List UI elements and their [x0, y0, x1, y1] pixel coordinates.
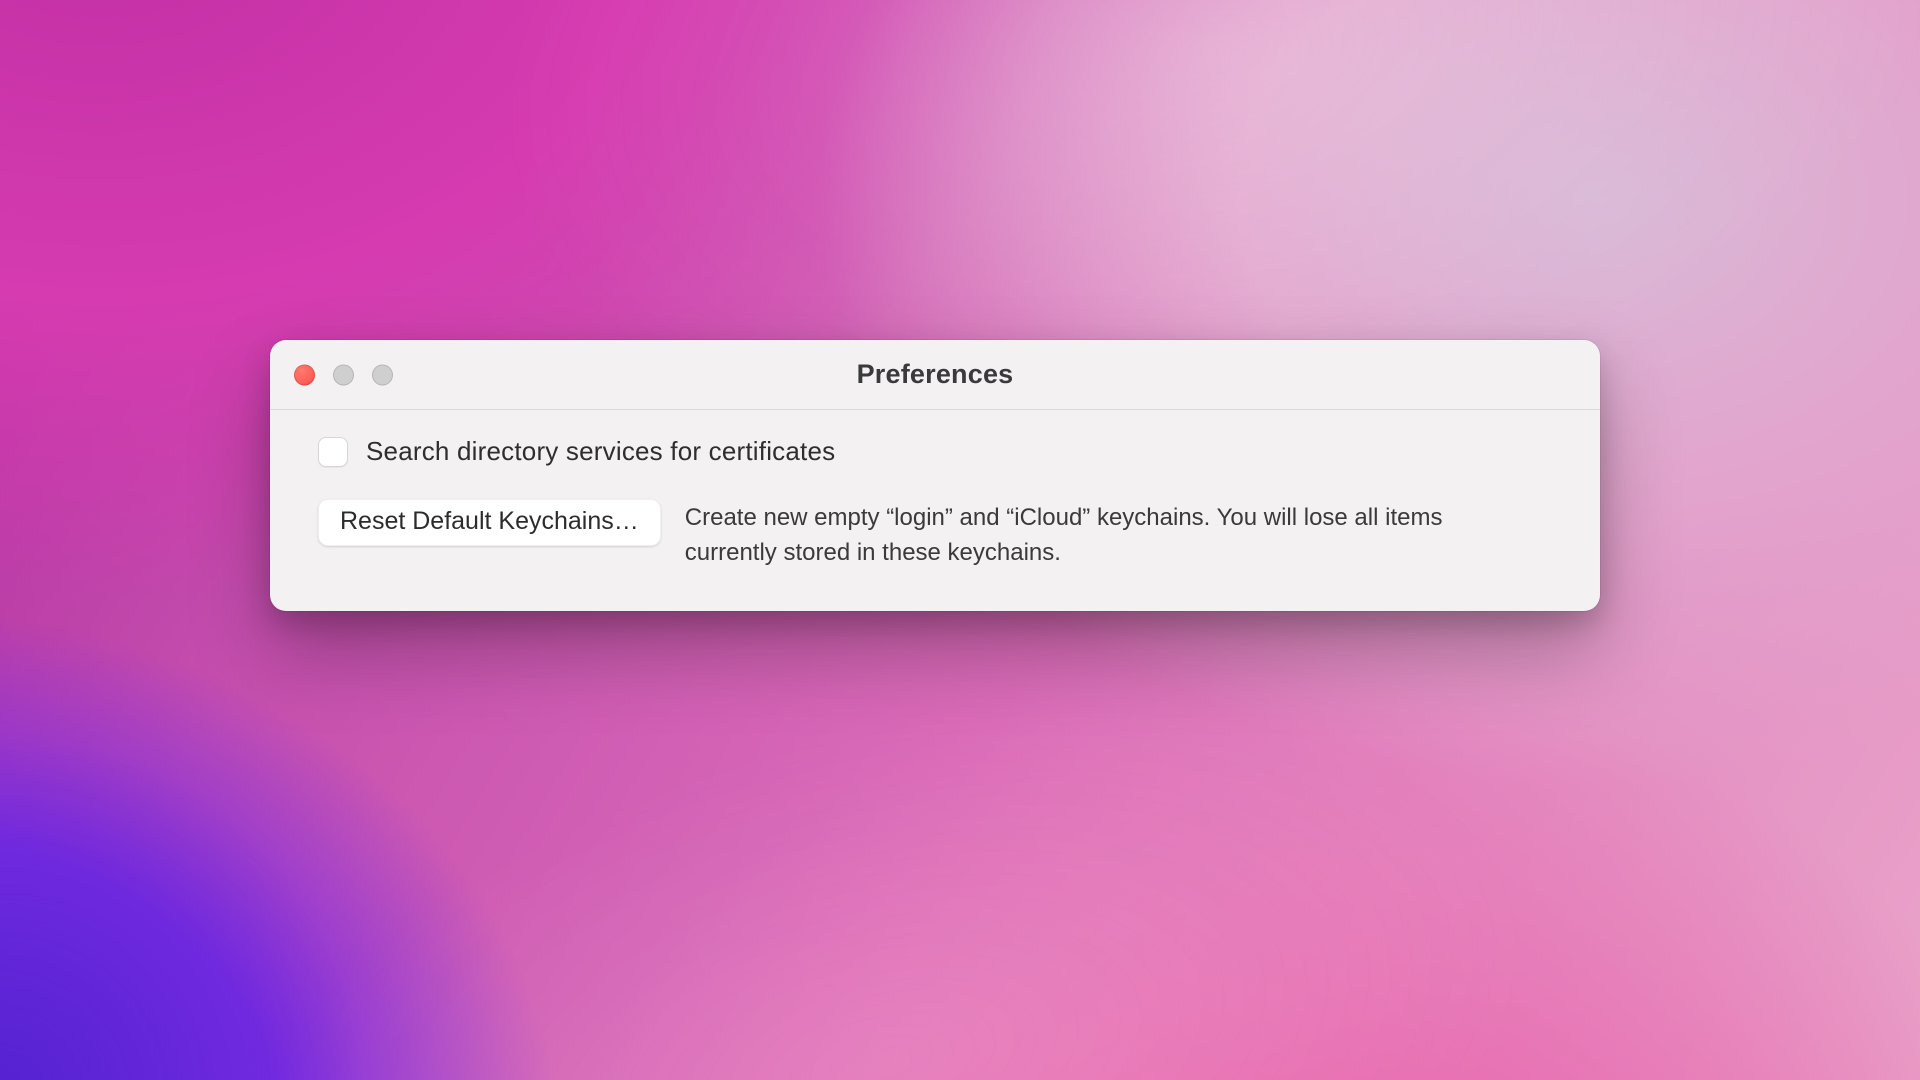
search-certificates-checkbox[interactable] — [318, 437, 348, 467]
close-icon[interactable] — [294, 364, 315, 385]
window-title: Preferences — [857, 359, 1014, 390]
minimize-icon — [333, 364, 354, 385]
maximize-icon — [372, 364, 393, 385]
desktop-wallpaper: Preferences Search directory services fo… — [0, 0, 1920, 1080]
preferences-window: Preferences Search directory services fo… — [270, 340, 1600, 611]
window-titlebar[interactable]: Preferences — [270, 340, 1600, 410]
reset-keychains-row: Reset Default Keychains… Create new empt… — [318, 499, 1552, 571]
search-certificates-label: Search directory services for certificat… — [366, 436, 835, 467]
reset-default-keychains-button[interactable]: Reset Default Keychains… — [318, 499, 661, 546]
traffic-lights — [294, 364, 393, 385]
preferences-content: Search directory services for certificat… — [270, 410, 1600, 611]
reset-keychains-description: Create new empty “login” and “iCloud” ke… — [685, 499, 1445, 571]
search-certificates-row[interactable]: Search directory services for certificat… — [318, 436, 1552, 467]
